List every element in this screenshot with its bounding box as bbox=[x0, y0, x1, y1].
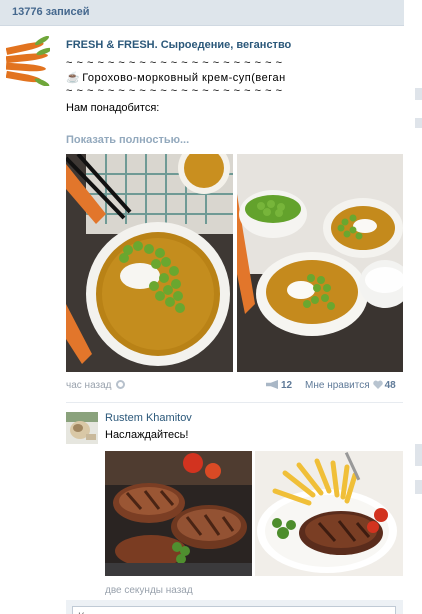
commenter-avatar[interactable] bbox=[66, 412, 98, 444]
strip-mark bbox=[415, 444, 422, 466]
share-button[interactable]: 12 bbox=[266, 380, 292, 391]
post-divider-line: ~ ~ ~ ~ ~ ~ ~ ~ ~ ~ ~ ~ ~ ~ ~ ~ ~ ~ ~ ~ … bbox=[66, 57, 283, 69]
post-photo-2[interactable] bbox=[237, 154, 403, 372]
show-more-link[interactable]: Показать полностью... bbox=[66, 134, 189, 146]
like-count: 48 bbox=[384, 380, 396, 391]
wall-header: 13776 записей bbox=[0, 0, 404, 26]
ingredients-intro: Нам понадобится: bbox=[66, 102, 160, 114]
strip-mark bbox=[415, 88, 422, 100]
gear-icon[interactable] bbox=[115, 380, 125, 389]
post-photo-1[interactable] bbox=[66, 154, 233, 372]
post-divider bbox=[66, 402, 403, 403]
heart-icon bbox=[372, 380, 383, 389]
post-time[interactable]: час назад bbox=[66, 380, 125, 391]
share-count: 12 bbox=[281, 380, 293, 391]
comment-form bbox=[66, 600, 403, 614]
comment-text: Наслаждайтесь! bbox=[105, 429, 189, 441]
like-button[interactable]: Мне нравится 48 bbox=[305, 380, 396, 391]
post-time-label[interactable]: час назад bbox=[66, 380, 112, 391]
comment-photo-1[interactable] bbox=[105, 451, 252, 576]
strip-mark bbox=[415, 118, 422, 128]
commenter-name-link[interactable]: Rustem Khamitov bbox=[105, 412, 192, 424]
like-label: Мне нравится bbox=[305, 380, 370, 391]
comment-time[interactable]: две секунды назад bbox=[105, 585, 193, 596]
post-divider-line: ~ ~ ~ ~ ~ ~ ~ ~ ~ ~ ~ ~ ~ ~ ~ ~ ~ ~ ~ ~ … bbox=[66, 85, 283, 97]
comment-photo-2[interactable] bbox=[255, 451, 403, 576]
group-name-link[interactable]: FRESH & FRESH. Сыроедение, веганство bbox=[66, 39, 291, 51]
dish-line: ☕ Горохово-морковный крем-суп(веган bbox=[66, 71, 286, 84]
right-scroll-strip bbox=[408, 0, 422, 614]
post-count: 13776 записей bbox=[12, 6, 90, 18]
group-avatar[interactable] bbox=[6, 36, 50, 86]
strip-mark bbox=[415, 480, 422, 494]
dish-name: Горохово-морковный крем-суп(веган bbox=[82, 72, 286, 84]
megaphone-icon bbox=[266, 380, 278, 389]
comment-input[interactable] bbox=[72, 606, 396, 614]
soup-emoji-icon: ☕ bbox=[66, 72, 81, 84]
